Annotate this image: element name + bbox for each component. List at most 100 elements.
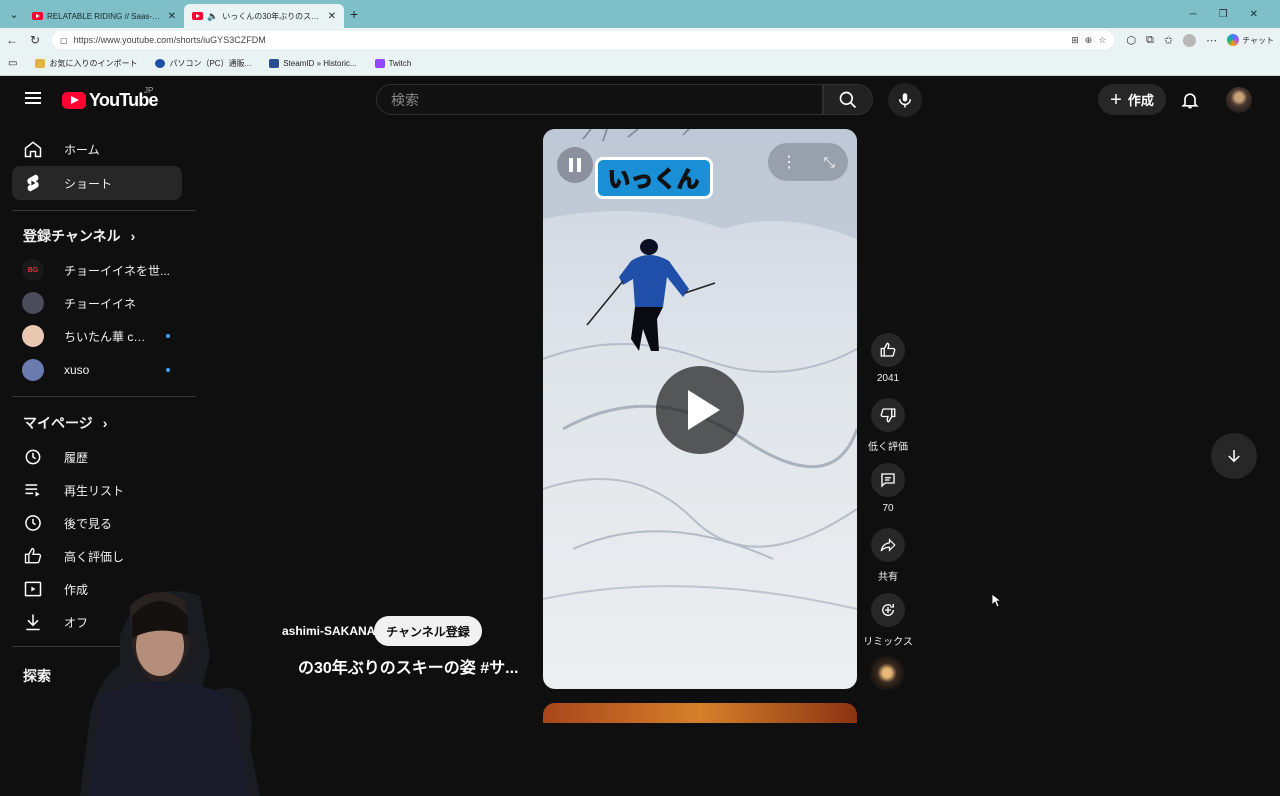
speaker-icon[interactable]: 🔈 xyxy=(207,11,218,22)
sidebar-item-playlists[interactable]: 再生リスト xyxy=(12,473,182,507)
webcam-overlay xyxy=(80,591,260,796)
tab-actions-icon[interactable]: ▭ xyxy=(8,58,17,69)
divider xyxy=(12,396,196,397)
new-tab-button[interactable]: + xyxy=(350,6,358,22)
next-short-button[interactable] xyxy=(1211,433,1257,479)
video-title[interactable]: の30年ぶりのスキーの姿 #サ... xyxy=(298,654,518,678)
sidebar-item-liked[interactable]: 高く評価し xyxy=(12,539,182,573)
sidebar-channel[interactable]: チョーイイネ xyxy=(12,286,182,320)
new-content-dot xyxy=(166,368,170,372)
search-button[interactable] xyxy=(823,84,873,115)
url-field[interactable]: ▢ https://www.youtube.com/shorts/iuGYS3C… xyxy=(52,31,1115,49)
copilot-chat-button[interactable]: チャット xyxy=(1227,34,1274,46)
sidebar-item-label: 再生リスト xyxy=(64,483,125,498)
more-icon[interactable]: ⋯ xyxy=(1206,34,1217,47)
notifications-button[interactable] xyxy=(1180,89,1200,116)
like-button[interactable]: 2041 xyxy=(860,333,916,384)
pause-button[interactable] xyxy=(557,147,593,183)
your-videos-icon xyxy=(22,578,44,600)
explore-title: 探索 xyxy=(23,666,51,686)
comment-button[interactable]: 70 xyxy=(860,463,916,514)
window-controls: ─ ❐ ✕ xyxy=(1190,9,1280,20)
minimize-icon[interactable]: ─ xyxy=(1190,9,1197,20)
back-icon[interactable]: ← xyxy=(6,33,18,47)
bookmarks-bar: ▭ お気に入りのインポート パソコン（PC）通販... SteamID » Hi… xyxy=(0,52,1280,76)
browser-toolbar: ⬡ ⧉ ✩ ⋯ チャット xyxy=(1126,33,1274,47)
account-avatar[interactable] xyxy=(1226,87,1252,113)
bookmark-item[interactable]: Twitch xyxy=(374,59,411,68)
download-icon xyxy=(22,611,44,633)
dislike-button[interactable]: 低く評価 xyxy=(860,398,916,453)
share-icon xyxy=(871,528,905,562)
sidebar-item-label: ショート xyxy=(64,176,113,191)
search-icon xyxy=(839,91,857,108)
channel-avatar: BG xyxy=(22,259,44,281)
arrow-down-icon xyxy=(1228,450,1240,463)
tab-close-icon[interactable]: ✕ xyxy=(168,11,176,22)
playlist-icon xyxy=(22,479,44,501)
profile-icon[interactable] xyxy=(1183,33,1197,47)
app-available-icon[interactable]: ⊞ xyxy=(1071,35,1079,46)
youtube-logo-icon xyxy=(62,92,86,109)
search-box xyxy=(376,84,823,115)
sound-thumbnail[interactable] xyxy=(870,656,904,690)
share-button[interactable]: 共有 xyxy=(860,528,916,583)
short-video-player[interactable]: いっくん ⋮ ⤡ xyxy=(543,129,857,689)
home-icon xyxy=(22,138,44,160)
channel-avatar xyxy=(22,359,44,381)
sidebar-item-home[interactable]: ホーム xyxy=(12,132,182,166)
bookmark-label: お気に入りのインポート xyxy=(49,59,138,68)
sidebar-item-history[interactable]: 履歴 xyxy=(12,440,182,474)
plus-icon: + xyxy=(1110,88,1122,111)
create-button[interactable]: + 作成 xyxy=(1098,84,1166,115)
zoom-icon[interactable]: ⊕ xyxy=(1085,35,1093,46)
folder-icon xyxy=(35,59,46,68)
restore-icon[interactable]: ❐ xyxy=(1219,9,1228,20)
remix-button[interactable]: リミックス xyxy=(860,593,916,648)
extensions-icon[interactable]: ⬡ xyxy=(1126,34,1136,47)
remix-label: リミックス xyxy=(863,637,913,648)
close-window-icon[interactable]: ✕ xyxy=(1250,9,1258,20)
bookmark-item[interactable]: パソコン（PC）通販... xyxy=(155,58,251,69)
tab-title: いっくんの30年ぶりのスキーの姿 #... xyxy=(222,11,323,21)
next-short-preview[interactable] xyxy=(543,703,857,723)
browser-tab-2[interactable]: 🔈 いっくんの30年ぶりのスキーの姿 #... ✕ xyxy=(184,4,344,28)
copilot-icon xyxy=(1227,34,1240,46)
search-input[interactable] xyxy=(391,91,822,108)
sidebar-item-shorts[interactable]: ショート xyxy=(12,166,182,200)
split-screen-icon[interactable]: ⧉ xyxy=(1146,34,1154,47)
sidebar-channel[interactable]: xuso xyxy=(12,353,182,387)
tab-list-chevron-icon[interactable]: ⌄ xyxy=(4,4,24,24)
channel-name: チョーイイネを世... xyxy=(64,263,171,278)
browser-tab-strip: ⌄ RELATABLE RIDING // Saas-Fee Gl... ✕ 🔈… xyxy=(0,0,1280,28)
section-title-text: マイページ xyxy=(23,415,93,431)
site-info-icon[interactable]: ▢ xyxy=(60,36,68,45)
subscriptions-title[interactable]: 登録チャンネル › xyxy=(23,226,135,246)
more-options-icon[interactable]: ⋮ xyxy=(781,152,797,172)
menu-icon[interactable] xyxy=(25,92,41,104)
mypage-title[interactable]: マイページ › xyxy=(23,413,107,433)
play-button-icon[interactable] xyxy=(656,366,744,454)
bookmark-label: パソコン（PC）通販... xyxy=(169,59,252,68)
fullscreen-icon[interactable]: ⤡ xyxy=(824,154,835,171)
video-top-controls: ⋮ ⤡ xyxy=(768,143,848,181)
address-bar: ← ↻ ▢ https://www.youtube.com/shorts/iuG… xyxy=(0,28,1280,52)
bookmark-item[interactable]: SteamID » Historic... xyxy=(269,59,357,68)
bookmark-item[interactable]: お気に入りのインポート xyxy=(35,58,137,69)
sidebar-item-watch-later[interactable]: 後で見る xyxy=(12,506,182,540)
divider xyxy=(12,210,196,211)
shorts-icon xyxy=(22,172,44,194)
browser-tab-1[interactable]: RELATABLE RIDING // Saas-Fee Gl... ✕ xyxy=(24,4,184,28)
sidebar-channel[interactable]: ちいたん華 chita... xyxy=(12,319,182,353)
history-icon xyxy=(22,446,44,468)
twitch-icon xyxy=(374,59,385,68)
channel-name: チョーイイネ xyxy=(64,296,137,311)
tab-close-icon[interactable]: ✕ xyxy=(328,11,336,22)
subscribe-button[interactable]: チャンネル登録 xyxy=(374,616,482,646)
voice-search-button[interactable] xyxy=(888,83,922,117)
favorite-star-icon[interactable]: ☆ xyxy=(1098,35,1106,46)
reload-icon[interactable]: ↻ xyxy=(30,33,40,47)
video-caption: いっくん xyxy=(595,157,713,199)
favorites-icon[interactable]: ✩ xyxy=(1164,34,1173,47)
sidebar-channel[interactable]: BG チョーイイネを世... xyxy=(12,253,182,287)
